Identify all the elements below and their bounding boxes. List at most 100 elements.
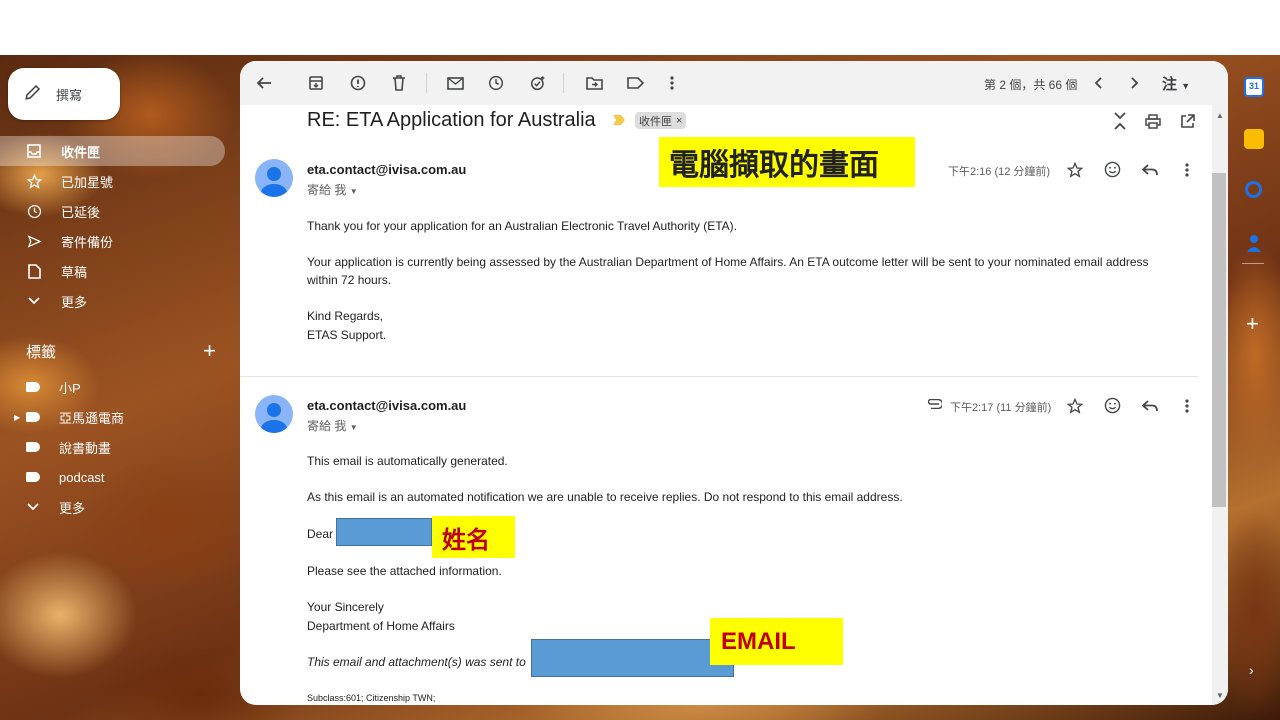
contacts-icon[interactable] (1244, 233, 1264, 253)
label-text: 小P (59, 380, 81, 396)
pencil-icon (24, 83, 42, 106)
label-item[interactable]: podcast (0, 462, 124, 492)
more-vertical-icon[interactable] (1177, 160, 1197, 180)
recipient-toggle[interactable]: 寄給 我 ▼ (307, 417, 358, 434)
avatar[interactable] (255, 395, 293, 433)
label-icon[interactable] (625, 73, 645, 93)
sidebar-item-label: 更多 (61, 294, 88, 310)
open-new-window-icon[interactable] (1177, 111, 1197, 131)
message-body-line: This email and attachment(s) was sent to (307, 655, 526, 669)
label-item[interactable]: 小P (0, 372, 124, 402)
input-tools-button[interactable]: 注 ▼ (1162, 73, 1190, 94)
sidebar-item-starred[interactable]: 已加星號 (0, 166, 225, 196)
recipient-text: 寄給 我 (307, 419, 347, 433)
back-arrow-icon[interactable] (254, 73, 274, 93)
send-icon (26, 233, 42, 249)
compose-button[interactable]: 撰寫 (8, 68, 120, 120)
message-body-line: Thank you for your application for an Au… (307, 219, 737, 233)
sender-email[interactable]: eta.contact@ivisa.com.au (307, 162, 466, 177)
print-icon[interactable] (1143, 111, 1163, 131)
report-spam-icon[interactable] (348, 73, 368, 93)
sidebar-item-label: 已加星號 (61, 174, 114, 190)
expand-caret-icon[interactable]: ▶ (14, 413, 20, 422)
reply-icon[interactable] (1140, 160, 1160, 180)
collapse-all-icon[interactable] (1110, 111, 1130, 131)
keep-icon[interactable] (1244, 129, 1264, 149)
message-time: 下午2:17 (11 分鐘前) (950, 402, 1052, 414)
message-body-line: Dear (307, 527, 334, 541)
sidebar-item-drafts[interactable]: 草稿 (0, 256, 225, 286)
toolbar: 第 2 個，共 66 個 注 ▼ (240, 61, 1228, 105)
star-icon[interactable] (1065, 160, 1085, 180)
emoji-react-icon[interactable] (1102, 159, 1122, 179)
next-chevron-icon[interactable] (1125, 73, 1145, 93)
inbox-label-chip: 收件匣 × (635, 112, 687, 129)
chevron-down-icon (26, 293, 42, 309)
sidebar-item-sent[interactable]: 寄件備份 (0, 226, 225, 256)
add-addon-icon[interactable]: + (1246, 313, 1259, 335)
label-item-more[interactable]: 更多 (0, 492, 124, 522)
snooze-clock-icon[interactable] (486, 73, 506, 93)
more-vertical-icon[interactable] (1177, 396, 1197, 416)
message-body-line: ETAS Support. (307, 328, 387, 342)
label-list: 小P ▶ 亞馬遜電商 說書動畫 podcast 更多 (0, 372, 124, 522)
scroll-down-icon[interactable]: ▼ (1216, 691, 1224, 700)
star-icon (26, 173, 42, 189)
sidebar-item-label: 收件匣 (61, 144, 101, 160)
sender-email[interactable]: eta.contact@ivisa.com.au (307, 398, 466, 413)
tasks-icon[interactable] (1245, 181, 1262, 198)
add-label-icon[interactable]: + (203, 340, 216, 362)
caret-down-icon: ▼ (349, 423, 358, 432)
sidebar-item-snoozed[interactable]: 已延後 (0, 196, 225, 226)
labels-title: 標籤 (26, 343, 57, 361)
label-item[interactable]: ▶ 亞馬遜電商 (0, 402, 124, 432)
message-body-line: Kind Regards, (307, 309, 384, 323)
mark-unread-icon[interactable] (445, 73, 465, 93)
label-tag-icon (26, 382, 40, 392)
remove-label-icon[interactable]: × (676, 115, 682, 127)
chip-text: 收件匣 (639, 115, 672, 128)
sidebar-item-label: 寄件備份 (61, 234, 114, 250)
add-task-icon[interactable] (528, 73, 548, 93)
chevron-down-icon (26, 503, 40, 511)
toolbar-divider (563, 73, 564, 93)
message-body-line: within 72 hours. (307, 273, 392, 287)
sidebar-item-more[interactable]: 更多 (0, 286, 225, 316)
label-text: 亞馬遜電商 (59, 410, 125, 426)
attachment-icon (924, 394, 944, 414)
expand-panel-chevron-icon[interactable]: › (1249, 662, 1254, 678)
archive-icon[interactable] (306, 73, 326, 93)
toolbar-divider (426, 73, 427, 93)
delete-icon[interactable] (389, 73, 409, 93)
scroll-up-icon[interactable]: ▲ (1216, 111, 1224, 120)
message-body-line: Department of Home Affairs (307, 619, 455, 633)
avatar[interactable] (255, 159, 293, 197)
annotation-screenshot-label: 電腦擷取的畫面 (659, 137, 915, 187)
message-divider (240, 376, 1198, 377)
label-tag-icon (26, 442, 40, 452)
label-item[interactable]: 說書動畫 (0, 432, 124, 462)
recipient-text: 寄給 我 (307, 183, 347, 197)
labels-heading: 標籤 + (26, 340, 216, 362)
annotation-email-label: EMAIL (710, 618, 843, 665)
pagination-count: 第 2 個，共 66 個 (984, 78, 1078, 92)
sidebar-item-label: 草稿 (61, 264, 88, 280)
calendar-icon[interactable]: 31 (1244, 77, 1264, 97)
message-time: 下午2:16 (12 分鐘前) (948, 166, 1051, 178)
redacted-name-box (336, 518, 432, 546)
label-text: 說書動畫 (59, 440, 112, 456)
importance-marker-icon[interactable] (613, 115, 625, 125)
star-icon[interactable] (1065, 396, 1085, 416)
prev-chevron-icon[interactable] (1088, 73, 1108, 93)
scrollbar[interactable]: ▲ ▼ (1212, 105, 1228, 705)
reply-icon[interactable] (1140, 396, 1160, 416)
move-to-folder-icon[interactable] (584, 73, 604, 93)
recipient-toggle[interactable]: 寄給 我 ▼ (307, 181, 358, 198)
sidebar-item-inbox[interactable]: 收件匣 (0, 136, 225, 166)
emoji-react-icon[interactable] (1102, 395, 1122, 415)
message-body-line: This email is automatically generated. (307, 454, 508, 468)
more-vertical-icon[interactable] (662, 73, 682, 93)
label-text: 更多 (59, 500, 86, 516)
sidebar-item-label: 已延後 (61, 204, 101, 220)
scrollbar-thumb[interactable] (1212, 173, 1226, 507)
